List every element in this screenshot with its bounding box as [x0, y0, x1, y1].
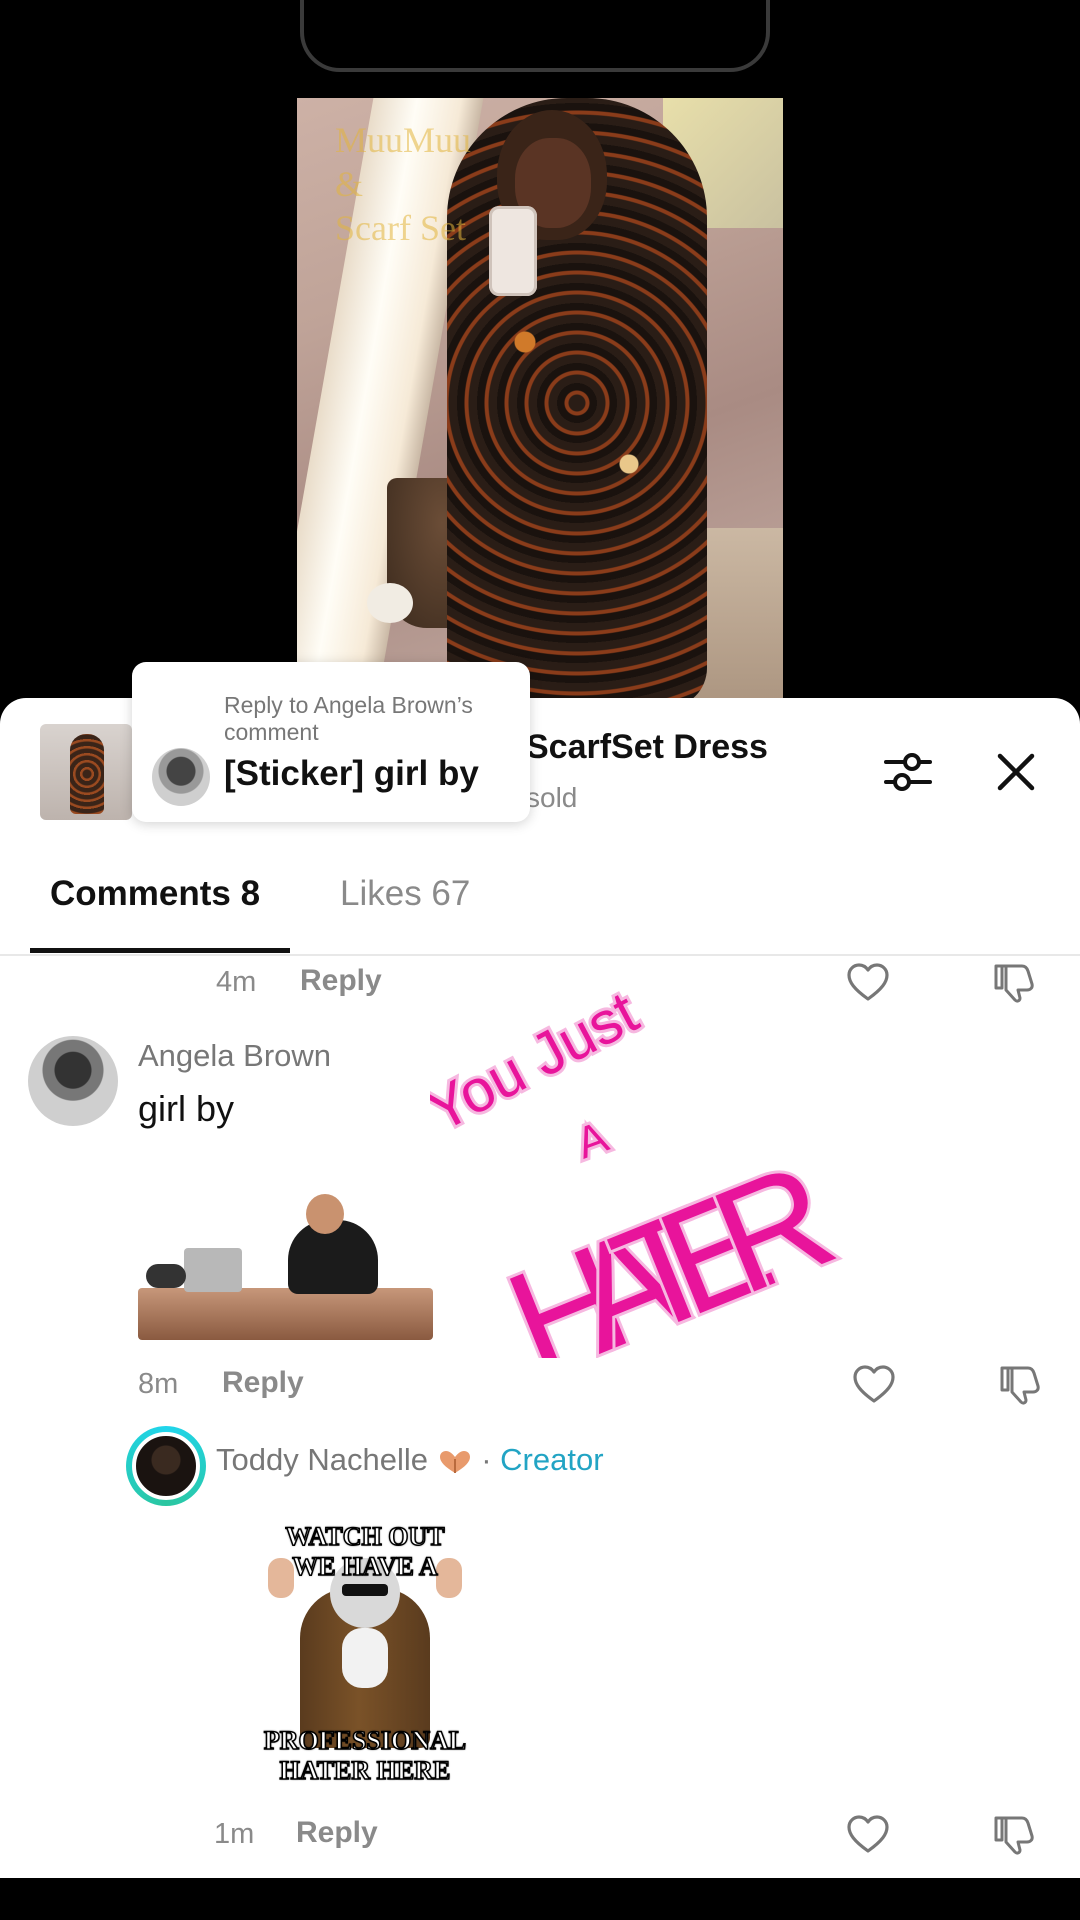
creator-badge: Creator — [500, 1442, 604, 1477]
comment-time: 8m — [138, 1368, 179, 1400]
heart-hands-icon — [439, 1450, 470, 1473]
sticker-sunglasses — [342, 1584, 388, 1596]
avatar-image — [132, 1432, 200, 1500]
tab-bar: Comments 8 Likes 67 — [0, 828, 1080, 956]
sticker-caption-top: WATCH OUT WE HAVE A — [250, 1521, 480, 1582]
bottom-bar — [0, 1878, 1080, 1920]
professional-hater-sticker: WATCH OUT WE HAVE A PROFESSIONAL HATER H… — [250, 1518, 480, 1788]
comment-time: 1m — [214, 1818, 255, 1850]
product-sold-count: sold — [526, 782, 578, 813]
caption-line: WATCH OUT — [285, 1521, 446, 1552]
creator-avatar[interactable] — [126, 1426, 206, 1506]
video-overlay-text: MuuMuu & Scarf Set — [335, 118, 471, 250]
close-icon[interactable] — [994, 750, 1038, 794]
comment-text: girl by — [138, 1088, 235, 1129]
hater-line-2: A — [570, 1112, 615, 1168]
overlay-line: MuuMuu — [335, 120, 472, 160]
reply-button[interactable]: Reply — [222, 1366, 304, 1400]
comment-time: 4m — [216, 966, 257, 998]
dislike-icon[interactable] — [992, 960, 1036, 1004]
tab-comments[interactable]: Comments 8 — [50, 874, 260, 914]
badge-separator: · — [472, 1442, 501, 1477]
reply-button[interactable]: Reply — [300, 964, 382, 998]
tab-active-indicator — [30, 948, 290, 953]
avatar — [152, 748, 210, 806]
heart-icon[interactable] — [852, 1364, 896, 1404]
office-sticker — [138, 1176, 433, 1344]
video-player[interactable]: MuuMuu & Scarf Set — [297, 98, 783, 700]
model-phone — [489, 206, 537, 296]
hater-sticker: You Just A HATER — [430, 978, 858, 1358]
filter-icon[interactable] — [882, 748, 934, 796]
sticker-jabot — [342, 1628, 388, 1688]
sticker-laptop — [184, 1248, 242, 1292]
tab-likes[interactable]: Likes 67 — [340, 874, 470, 914]
reply-author-name: Toddy Nachelle — [216, 1442, 428, 1477]
product-thumbnail[interactable] — [40, 724, 132, 820]
overlay-line: & — [335, 164, 364, 204]
comment-author[interactable]: Angela Brown — [138, 1038, 331, 1074]
caption-line: PROFESSIONAL — [263, 1725, 467, 1756]
sticker-shoe — [146, 1264, 186, 1288]
pumpkin — [367, 583, 413, 623]
reply-button[interactable]: Reply — [296, 1816, 378, 1850]
heart-icon[interactable] — [846, 1814, 890, 1854]
sticker-caption-bottom: PROFESSIONAL HATER HERE — [250, 1725, 480, 1786]
dynamic-island-outline — [300, 0, 770, 72]
reply-author[interactable]: Toddy Nachelle · Creator — [216, 1442, 604, 1478]
sticker-desk — [138, 1288, 433, 1340]
caption-line: HATER HERE — [279, 1755, 451, 1786]
reply-preview-card[interactable]: Reply to Angela Brown’s comment [Sticker… — [132, 662, 530, 822]
reply-preview-text: [Sticker] girl by — [224, 754, 479, 793]
avatar[interactable] — [28, 1036, 118, 1126]
sticker-man-head — [306, 1194, 344, 1234]
caption-line: WE HAVE A — [292, 1551, 439, 1582]
screen: MuuMuu & Scarf Set ScarfSet Dress sold C… — [0, 0, 1080, 1920]
comments-sheet: ScarfSet Dress sold Comments 8 Likes 67 … — [0, 698, 1080, 1878]
hater-line-3: HATER — [486, 1129, 855, 1358]
reply-to-label: Reply to Angela Brown’s comment — [224, 692, 473, 745]
overlay-line: Scarf Set — [335, 208, 466, 248]
product-title[interactable]: ScarfSet Dress — [526, 728, 768, 767]
dislike-icon[interactable] — [992, 1812, 1036, 1856]
hater-line-1: You Just — [430, 978, 648, 1144]
dislike-icon[interactable] — [998, 1362, 1042, 1406]
